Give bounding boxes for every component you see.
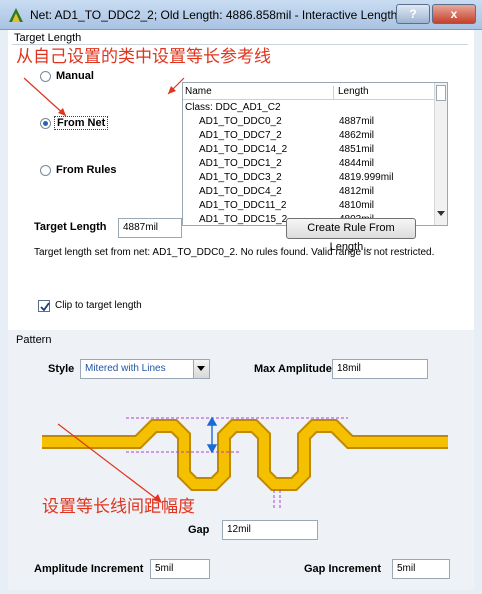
net-length: 4862mil bbox=[339, 130, 375, 141]
clip-checkbox-label[interactable]: Clip to target length bbox=[55, 300, 142, 311]
max-amplitude-input[interactable]: 18mil bbox=[332, 359, 428, 379]
amplitude-increment-label: Amplitude Increment bbox=[34, 563, 144, 575]
close-button[interactable]: x bbox=[432, 4, 476, 24]
chevron-down-icon[interactable] bbox=[193, 360, 209, 378]
net-length: 4819.999mil bbox=[339, 172, 394, 183]
pattern-annotation: 设置等长线间距幅度 bbox=[42, 497, 195, 517]
column-header-length[interactable]: Length bbox=[333, 86, 369, 100]
gap-label: Gap bbox=[188, 524, 210, 536]
scroll-down-icon[interactable] bbox=[437, 211, 446, 217]
status-text: Target length set from net: AD1_TO_DDC0_… bbox=[34, 247, 435, 258]
net-name: AD1_TO_DDC1_2 bbox=[199, 158, 282, 169]
target-length-input[interactable]: 4887mil bbox=[118, 218, 182, 238]
style-select[interactable]: Mitered with Lines bbox=[80, 359, 210, 379]
list-item[interactable]: AD1_TO_DDC11_2 4810mil bbox=[183, 199, 435, 213]
list-item[interactable]: AD1_TO_DDC7_2 4862mil bbox=[183, 129, 435, 143]
net-name: AD1_TO_DDC7_2 bbox=[199, 130, 282, 141]
net-name: AD1_TO_DDC11_2 bbox=[199, 200, 287, 211]
class-row-label: Class: DDC_AD1_C2 bbox=[185, 102, 281, 113]
check-icon bbox=[40, 302, 50, 312]
net-length: 4851mil bbox=[339, 144, 375, 155]
pattern-group-label: Pattern bbox=[16, 334, 52, 346]
list-item[interactable]: AD1_TO_DDC14_2 4851mil bbox=[183, 143, 435, 157]
net-name: AD1_TO_DDC3_2 bbox=[199, 172, 282, 183]
net-name: AD1_TO_DDC14_2 bbox=[199, 144, 288, 155]
style-select-value: Mitered with Lines bbox=[85, 363, 166, 374]
amplitude-increment-input[interactable]: 5mil bbox=[150, 559, 210, 579]
list-item[interactable]: AD1_TO_DDC1_2 4844mil bbox=[183, 157, 435, 171]
net-length: 4812mil bbox=[339, 186, 375, 197]
net-list[interactable]: Name Length Class: DDC_AD1_C2 AD1_TO_DDC… bbox=[182, 82, 448, 226]
max-amplitude-label: Max Amplitude bbox=[254, 363, 332, 375]
net-length: 4844mil bbox=[339, 158, 375, 169]
style-label: Style bbox=[48, 363, 75, 375]
gap-input[interactable]: 12mil bbox=[222, 520, 318, 540]
net-length: 4810mil bbox=[339, 200, 375, 211]
list-item[interactable]: AD1_TO_DDC3_2 4819.999mil bbox=[183, 171, 435, 185]
net-list-header: Name Length bbox=[183, 83, 435, 100]
list-scrollbar[interactable] bbox=[434, 83, 447, 225]
scrollbar-thumb[interactable] bbox=[436, 85, 446, 101]
list-item[interactable]: AD1_TO_DDC4_2 4812mil bbox=[183, 185, 435, 199]
net-length: 4887mil bbox=[339, 116, 375, 127]
clip-checkbox[interactable]: Clip to target length bbox=[38, 300, 188, 314]
gap-increment-input[interactable]: 5mil bbox=[392, 559, 450, 579]
window-title: Net: AD1_TO_DDC2_2; Old Length: 4886.858… bbox=[30, 8, 411, 22]
list-item[interactable]: AD1_TO_DDC0_2 4887mil bbox=[183, 115, 435, 129]
class-row[interactable]: Class: DDC_AD1_C2 bbox=[183, 101, 435, 115]
help-button[interactable]: ? bbox=[396, 4, 430, 24]
net-name: AD1_TO_DDC4_2 bbox=[199, 186, 282, 197]
net-name: AD1_TO_DDC0_2 bbox=[199, 116, 282, 127]
gap-increment-label: Gap Increment bbox=[304, 563, 382, 575]
dialog-body: Target Length 从自己设置的类中设置等长参考线 Manual Fro… bbox=[8, 30, 474, 590]
clip-checkbox-box[interactable] bbox=[38, 300, 50, 312]
app-icon bbox=[9, 8, 23, 22]
create-rule-button[interactable]: Create Rule From Length... bbox=[286, 218, 416, 253]
net-name: AD1_TO_DDC15_2 bbox=[199, 214, 288, 225]
title-bar: Net: AD1_TO_DDC2_2; Old Length: 4886.858… bbox=[0, 0, 482, 30]
column-header-name[interactable]: Name bbox=[185, 86, 212, 97]
target-length-label: Target Length bbox=[34, 221, 107, 233]
